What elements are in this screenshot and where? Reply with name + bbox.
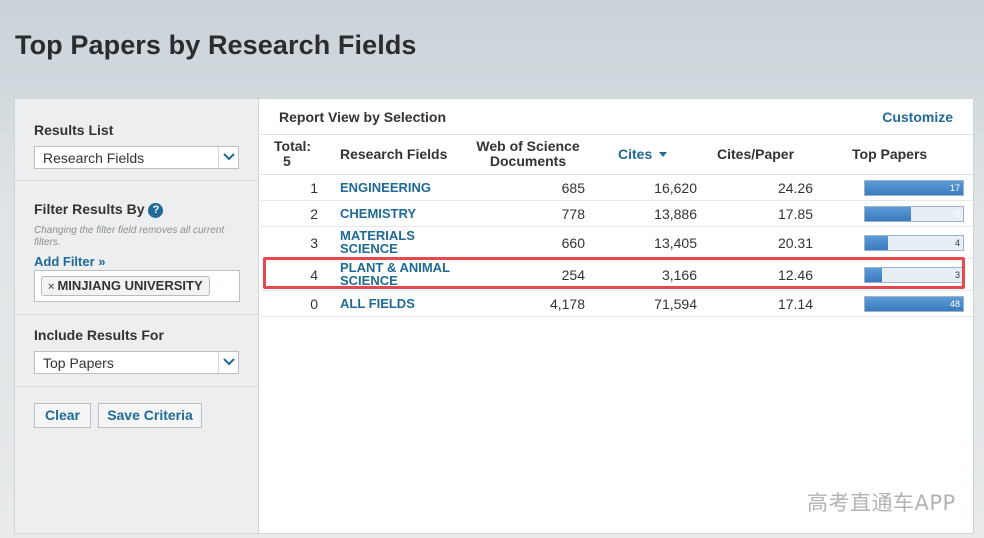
cites-cell: 3,166: [661, 267, 697, 283]
field-link[interactable]: CHEMISTRY: [340, 207, 465, 220]
cites-per-paper-cell: 17.85: [777, 206, 813, 222]
cites-cell: 13,886: [654, 206, 697, 222]
docs-column-header: Web of Science Documents: [473, 139, 583, 169]
filter-hint: Changing the filter field removes all cu…: [34, 225, 225, 248]
include-label: Include Results For: [34, 327, 164, 343]
total-header: Total: 5: [274, 139, 311, 169]
include-value: Top Papers: [43, 355, 114, 371]
docs-header-line2: Documents: [489, 153, 567, 169]
docs-header-line1: Web of Science: [476, 138, 580, 154]
watermark: 高考直通车APP: [807, 491, 956, 515]
top-papers-bar[interactable]: 17: [864, 180, 964, 196]
table-header: Total: 5 Research Fields Web of Science …: [261, 134, 973, 175]
table-row: 1 ENGINEERING 685 16,620 24.26 17: [261, 175, 973, 201]
top-papers-bar-fill: [865, 181, 963, 195]
docs-cell: 685: [561, 180, 585, 196]
top-papers-count: 8: [954, 209, 960, 219]
docs-cell: 254: [561, 267, 585, 283]
customize-link[interactable]: Customize: [882, 109, 953, 125]
rank-cell: 0: [310, 296, 318, 312]
table-row: 3 MATERIALS SCIENCE 660 13,405 20.31 4: [261, 227, 973, 259]
table-row: 0 ALL FIELDS 4,178 71,594 17.14 48: [261, 291, 973, 317]
results-list-select[interactable]: Research Fields: [34, 146, 239, 169]
cites-cell: 13,405: [654, 235, 697, 251]
cites-column-header[interactable]: Cites: [618, 146, 668, 162]
filter-chip: × MINJIANG UNIVERSITY: [41, 276, 210, 296]
top-papers-bar-fill: [865, 297, 963, 311]
top-papers-bar-fill: [865, 236, 889, 250]
filter-chip-label: MINJIANG UNIVERSITY: [57, 278, 203, 293]
remove-filter-icon[interactable]: ×: [48, 281, 54, 293]
cites-header-label: Cites: [618, 146, 653, 162]
top-papers-header: Top Papers: [852, 146, 928, 162]
chevron-down-icon[interactable]: [218, 147, 238, 168]
top-papers-count: 4: [954, 238, 960, 248]
field-link[interactable]: MATERIALS SCIENCE: [340, 229, 465, 255]
rank-cell: 4: [310, 267, 318, 283]
cites-cell: 16,620: [654, 180, 697, 196]
filter-label: Filter Results By?: [34, 201, 164, 218]
results-list-label: Results List: [34, 122, 114, 138]
docs-cell: 4,178: [549, 296, 585, 312]
cites-per-paper-cell: 20.31: [777, 235, 813, 251]
top-papers-bar-fill: [865, 207, 912, 221]
sort-desc-icon: [659, 152, 668, 157]
report-heading: Report View by Selection: [279, 109, 447, 125]
cites-per-paper-cell: 24.26: [777, 180, 813, 196]
top-papers-count: 48: [949, 299, 960, 309]
report-panel: Results List Research Fields Filter Resu…: [14, 98, 974, 534]
filter-section: Filter Results By? Changing the filter f…: [15, 181, 259, 315]
save-criteria-button[interactable]: Save Criteria: [98, 403, 202, 428]
page-title: Top Papers by Research Fields: [15, 30, 417, 60]
top-papers-bar-fill: [865, 268, 883, 282]
docs-cell: 660: [561, 235, 585, 251]
total-value: 5: [283, 153, 291, 169]
rank-cell: 3: [310, 235, 318, 251]
sidebar: Results List Research Fields Filter Resu…: [15, 99, 259, 533]
help-icon[interactable]: ?: [148, 203, 164, 218]
docs-cell: 778: [561, 206, 585, 222]
filter-label-text: Filter Results By: [34, 201, 145, 217]
field-column-header: Research Fields: [340, 146, 448, 162]
top-papers-bar[interactable]: 3: [864, 267, 964, 283]
field-link[interactable]: ENGINEERING: [340, 181, 465, 194]
results-list-section: Results List Research Fields: [15, 99, 259, 181]
cites-per-paper-header: Cites/Paper: [717, 146, 795, 162]
rank-cell: 1: [310, 180, 318, 196]
top-papers-bar[interactable]: 48: [864, 296, 964, 312]
cites-cell: 71,594: [654, 296, 697, 312]
field-link[interactable]: ALL FIELDS: [340, 297, 465, 310]
rank-cell: 2: [310, 206, 318, 222]
table-row: 4 PLANT & ANIMAL SCIENCE 254 3,166 12.46 3: [261, 259, 973, 291]
include-select[interactable]: Top Papers: [34, 351, 239, 374]
results-list-value: Research Fields: [43, 150, 145, 166]
include-section: Include Results For Top Papers: [15, 315, 259, 387]
cites-per-paper-cell: 12.46: [777, 267, 813, 283]
chevron-down-icon[interactable]: [218, 352, 238, 373]
top-papers-bar[interactable]: 4: [864, 235, 964, 251]
clear-button[interactable]: Clear: [34, 403, 91, 428]
cites-per-paper-cell: 17.14: [777, 296, 813, 312]
top-papers-count: 17: [949, 183, 960, 193]
table-row: 2 CHEMISTRY 778 13,886 17.85 8: [261, 201, 973, 227]
top-papers-bar[interactable]: 8: [864, 206, 964, 222]
field-link[interactable]: PLANT & ANIMAL SCIENCE: [340, 261, 465, 287]
active-filters-box: × MINJIANG UNIVERSITY: [34, 270, 240, 302]
top-papers-count: 3: [954, 270, 960, 280]
add-filter-link[interactable]: Add Filter »: [34, 254, 106, 269]
total-label: Total:: [274, 138, 312, 154]
